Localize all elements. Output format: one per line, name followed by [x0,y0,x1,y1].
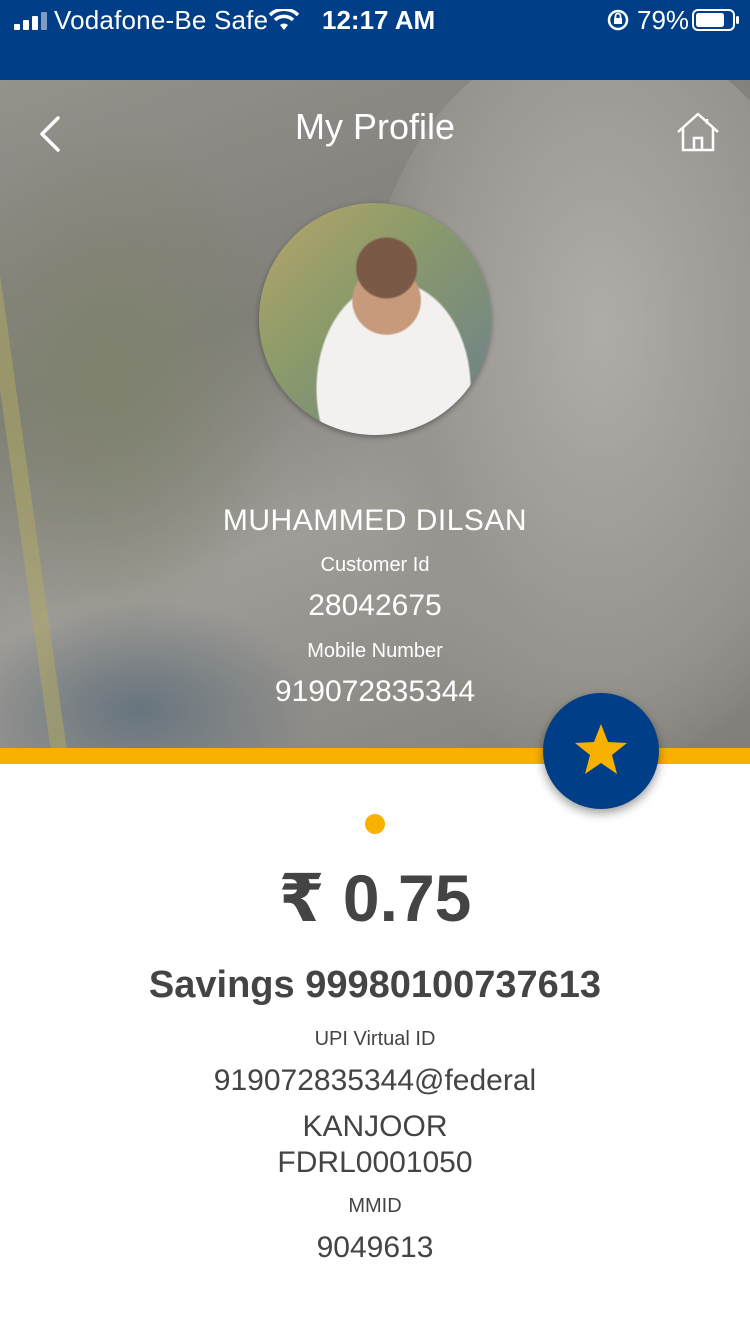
mmid-value: 9049613 [316,1231,434,1264]
status-bar: Vodafone-Be Safe 12:17 AM 79% [0,0,750,80]
upi-id-label: UPI Virtual ID [314,1028,436,1050]
page-title: My Profile [294,106,456,147]
orientation-lock-icon [607,9,629,31]
favorite-button[interactable] [543,693,659,809]
customer-id-value: 28042675 [308,589,442,622]
star-icon [575,724,627,774]
account-balance: ₹ 0.75 [278,861,472,935]
carrier-name: Vodafone-Be Safe [54,5,269,35]
customer-id-label: Customer Id [320,554,430,576]
home-icon [677,112,719,152]
signal-icon [14,12,47,30]
branch-name: KANJOOR [302,1110,448,1143]
avatar[interactable] [259,203,491,435]
profile-header: My Profile MUHAMMED DILSAN Customer Id 2… [0,80,750,748]
mmid-label: MMID [348,1195,402,1217]
home-button[interactable] [674,110,722,154]
wifi-icon [269,9,299,30]
upi-id-value: 919072835344@federal [213,1064,537,1097]
ifsc-code: FDRL0001050 [277,1146,473,1179]
battery-percentage: 79% [637,5,690,35]
clock: 12:17 AM [322,5,436,35]
account-type-number: Savings 99980100737613 [148,964,602,1006]
mobile-number-value: 919072835344 [274,675,476,708]
page-indicator-dot [365,814,385,834]
mobile-number-label: Mobile Number [307,640,443,662]
user-name: MUHAMMED DILSAN [222,504,528,537]
battery-icon [692,9,739,31]
